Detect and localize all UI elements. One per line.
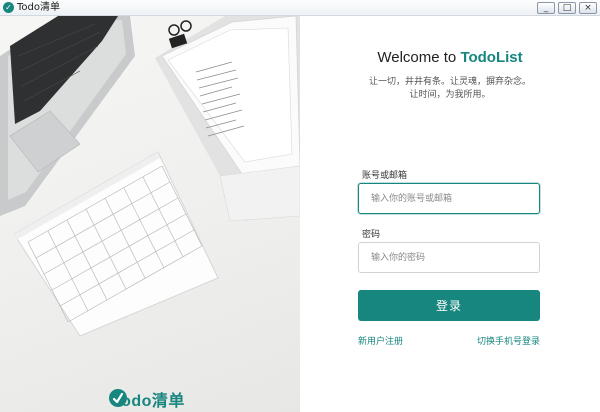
window-title: Todo清单 xyxy=(17,2,60,13)
password-input[interactable] xyxy=(358,242,540,273)
login-button[interactable]: 登录 xyxy=(358,290,540,321)
password-label: 密码 xyxy=(362,230,381,240)
calendar-planner-image xyxy=(13,151,219,337)
minimize-button[interactable]: _ xyxy=(537,2,555,14)
app-icon: ✓ xyxy=(3,2,14,13)
tagline-line-2: 让时间，为我所用。 xyxy=(409,90,491,100)
left-illustration-panel: Todo清单 xyxy=(0,16,300,412)
brand-lockup: Todo清单 xyxy=(108,388,185,410)
desk-illustration xyxy=(0,16,300,337)
account-label: 账号或邮箱 xyxy=(362,171,408,181)
todo-logo-icon xyxy=(109,389,127,407)
welcome-heading: Welcome to TodoList xyxy=(300,49,600,66)
title-bar: ✓ Todo清单 _ □ × xyxy=(0,0,600,16)
login-panel: Welcome to TodoList 让一切，井井有条。让灵魂，摒弃杂念。 让… xyxy=(300,16,600,412)
account-input[interactable] xyxy=(358,183,540,214)
welcome-brand: TodoList xyxy=(460,49,523,66)
close-button[interactable]: × xyxy=(579,2,597,14)
phone-login-link[interactable]: 切换手机号登录 xyxy=(477,334,540,347)
tagline: 让一切，井井有条。让灵魂，摒弃杂念。 让时间，为我所用。 xyxy=(300,76,600,102)
tagline-line-1: 让一切，井井有条。让灵魂，摒弃杂念。 xyxy=(368,77,531,87)
maximize-button[interactable]: □ xyxy=(558,2,576,14)
welcome-prefix: Welcome to xyxy=(377,49,461,66)
register-link[interactable]: 新用户注册 xyxy=(358,334,403,347)
